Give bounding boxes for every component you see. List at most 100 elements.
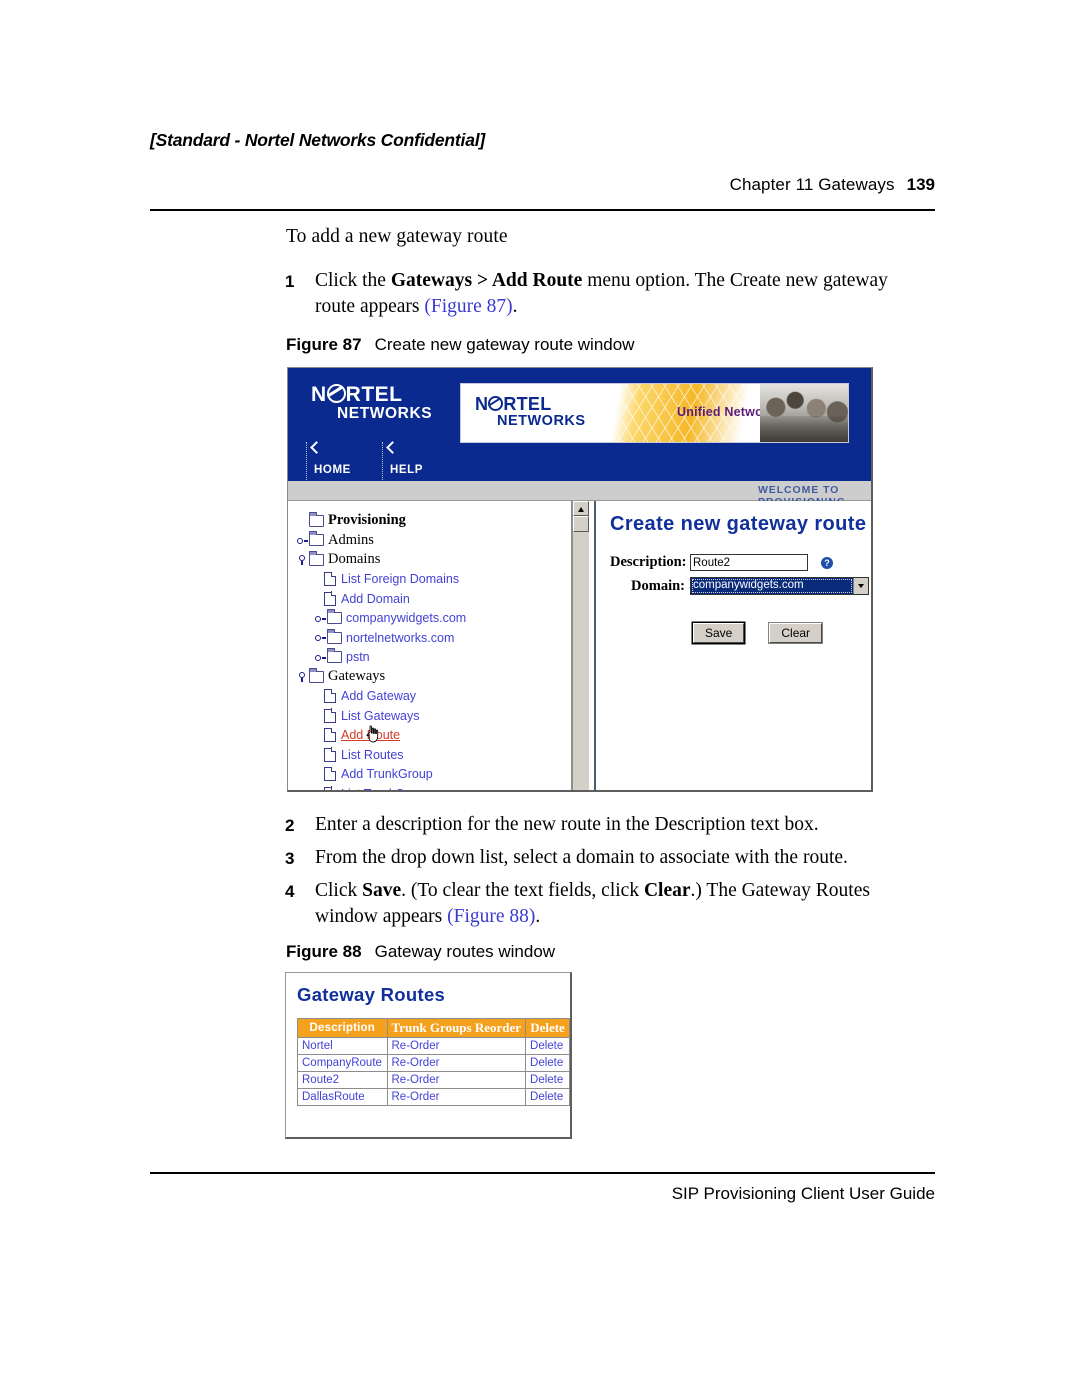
description-input[interactable]: Route2 xyxy=(690,554,808,571)
cell-description[interactable]: Route2 xyxy=(298,1072,387,1088)
cell-delete-link[interactable]: Delete xyxy=(526,1072,569,1088)
tree-label: nortelnetworks.com xyxy=(346,630,455,645)
create-route-form-panel: Create new gateway route Description: Ro… xyxy=(594,501,871,790)
tree-item-add-gateway[interactable]: Add Gateway xyxy=(324,687,571,707)
banner-photo-image xyxy=(760,384,848,442)
table-row: CompanyRoute Re-Order Delete xyxy=(298,1055,569,1071)
expand-collapse-icon[interactable] xyxy=(296,553,309,566)
tree-item-list-trunkgroups[interactable]: List TrunkGroups xyxy=(324,784,571,790)
running-head: Chapter 11 Gateways 139 xyxy=(150,175,935,195)
tree-item-list-foreign-domains[interactable]: List Foreign Domains xyxy=(324,570,571,590)
tree-item-add-domain[interactable]: Add Domain xyxy=(324,589,571,609)
step-3-number: 3 xyxy=(285,849,295,868)
step-1-figure-xref[interactable]: (Figure 87) xyxy=(424,296,512,317)
tree-label: Add Route xyxy=(341,728,401,743)
page-icon xyxy=(324,728,336,743)
nortel-logo-n: N xyxy=(311,383,327,406)
domain-select[interactable]: companywidgets.com xyxy=(690,577,869,595)
cell-reorder-link[interactable]: Re-Order xyxy=(387,1072,526,1088)
chevron-down-icon[interactable] xyxy=(853,578,868,594)
expand-collapse-icon[interactable] xyxy=(314,631,327,644)
tree-label: Admins xyxy=(328,531,374,548)
intro-heading: To add a new gateway route xyxy=(286,226,508,247)
tree-item-pstn[interactable]: pstn xyxy=(314,648,571,668)
figure-88-screenshot: Gateway Routes Description Trunk Groups … xyxy=(285,972,572,1139)
button-gap xyxy=(744,623,769,643)
tree-item-provisioning[interactable]: Provisioning xyxy=(296,511,571,531)
folder-icon xyxy=(308,511,324,527)
page-icon xyxy=(324,689,336,704)
banner-logo-line1: N RTEL xyxy=(475,395,586,413)
domain-row: Domain: companywidgets.com xyxy=(610,577,871,595)
cell-delete-link[interactable]: Delete xyxy=(526,1038,569,1054)
folder-icon xyxy=(326,609,342,625)
tree-item-domains[interactable]: Domains xyxy=(296,550,571,570)
tree-scrollbar[interactable] xyxy=(572,501,589,790)
arrow-icon xyxy=(310,441,323,454)
table-row: DallasRoute Re-Order Delete xyxy=(298,1089,569,1105)
step-4-bold-clear: Clear xyxy=(643,880,691,901)
welcome-bar: WELCOME TO PROVISIONING xyxy=(288,481,871,508)
nav-item-help[interactable]: HELP xyxy=(382,441,458,480)
step-4-part2: . (To clear the text fields, click xyxy=(401,880,644,901)
save-button[interactable]: Save xyxy=(693,623,745,643)
gateway-routes-title: Gateway Routes xyxy=(297,984,446,1005)
step-4-figure-xref[interactable]: (Figure 88) xyxy=(447,906,535,927)
folder-icon xyxy=(308,667,324,683)
expand-collapse-icon[interactable] xyxy=(296,670,309,683)
step-4-part4: . xyxy=(535,906,541,927)
tree-label: List TrunkGroups xyxy=(341,787,436,790)
tree-item-list-gateways[interactable]: List Gateways xyxy=(324,706,571,726)
nav-item-home[interactable]: HOME xyxy=(306,441,382,480)
cell-reorder-link[interactable]: Re-Order xyxy=(387,1038,526,1054)
folder-icon xyxy=(326,628,342,644)
step-1-part3: . xyxy=(512,296,518,317)
expand-collapse-icon[interactable] xyxy=(314,651,327,664)
cell-reorder-link[interactable]: Re-Order xyxy=(387,1055,526,1071)
step-3: 3 From the drop down list, select a doma… xyxy=(285,845,925,872)
nav-home-label: HOME xyxy=(314,464,351,476)
figure-87-caption: Figure 87 Create new gateway route window xyxy=(286,335,634,355)
description-row: Description: Route2 ? xyxy=(610,554,871,571)
page-icon xyxy=(324,767,336,782)
step-2-text: Enter a description for the new route in… xyxy=(315,814,819,835)
cell-reorder-link[interactable]: Re-Order xyxy=(387,1089,526,1105)
scroll-up-button[interactable] xyxy=(573,501,589,516)
tree-item-admins[interactable]: Admins xyxy=(296,531,571,551)
nortel-logo-line1: N RTEL xyxy=(311,384,432,405)
cell-delete-link[interactable]: Delete xyxy=(526,1055,569,1071)
figure-88-caption: Figure 88 Gateway routes window xyxy=(286,942,555,962)
page-icon xyxy=(324,708,336,723)
cell-description[interactable]: Nortel xyxy=(298,1038,387,1054)
step-1-text: Click the Gateways > Add Route menu opti… xyxy=(315,268,925,320)
footer-rule xyxy=(150,1172,935,1174)
cell-delete-link[interactable]: Delete xyxy=(526,1089,569,1105)
header-rule xyxy=(150,209,935,211)
help-icon[interactable]: ? xyxy=(821,556,833,569)
step-4: 4 Click Save. (To clear the text fields,… xyxy=(285,878,925,930)
clear-button[interactable]: Clear xyxy=(769,623,823,643)
chapter-label: Chapter 11 Gateways xyxy=(729,175,895,194)
scrollbar-thumb[interactable] xyxy=(573,516,589,532)
tree-item-list-routes[interactable]: List Routes xyxy=(324,745,571,765)
column-header-trunk-groups-reorder: Trunk Groups Reorder xyxy=(387,1019,526,1037)
column-header-description: Description xyxy=(298,1019,387,1037)
table-row: Nortel Re-Order Delete xyxy=(298,1038,569,1054)
folder-icon xyxy=(308,550,324,566)
cell-description[interactable]: DallasRoute xyxy=(298,1089,387,1105)
cell-description[interactable]: CompanyRoute xyxy=(298,1055,387,1071)
step-4-bold-save: Save xyxy=(362,880,402,901)
step-1: 1 Click the Gateways > Add Route menu op… xyxy=(285,268,925,320)
tree-item-gateways[interactable]: Gateways xyxy=(296,667,571,687)
tree-item-companywidgets[interactable]: companywidgets.com xyxy=(314,609,571,629)
tree-item-add-route[interactable]: Add Route xyxy=(324,726,571,746)
expand-collapse-icon[interactable] xyxy=(296,534,309,547)
figure-87-screenshot: N RTEL NETWORKS N RTEL NETWORKS Unified Ne… xyxy=(287,367,873,792)
tree-item-nortelnetworks[interactable]: nortelnetworks.com xyxy=(314,628,571,648)
tree-label: Domains xyxy=(328,551,381,568)
expand-collapse-icon[interactable] xyxy=(314,612,327,625)
confidentiality-notice: [Standard - Nortel Networks Confidential… xyxy=(150,130,486,150)
figure-88-caption-text: Gateway routes window xyxy=(374,942,556,961)
tree-item-add-trunkgroup[interactable]: Add TrunkGroup xyxy=(324,765,571,785)
nortel-logo: N RTEL NETWORKS xyxy=(311,384,432,422)
